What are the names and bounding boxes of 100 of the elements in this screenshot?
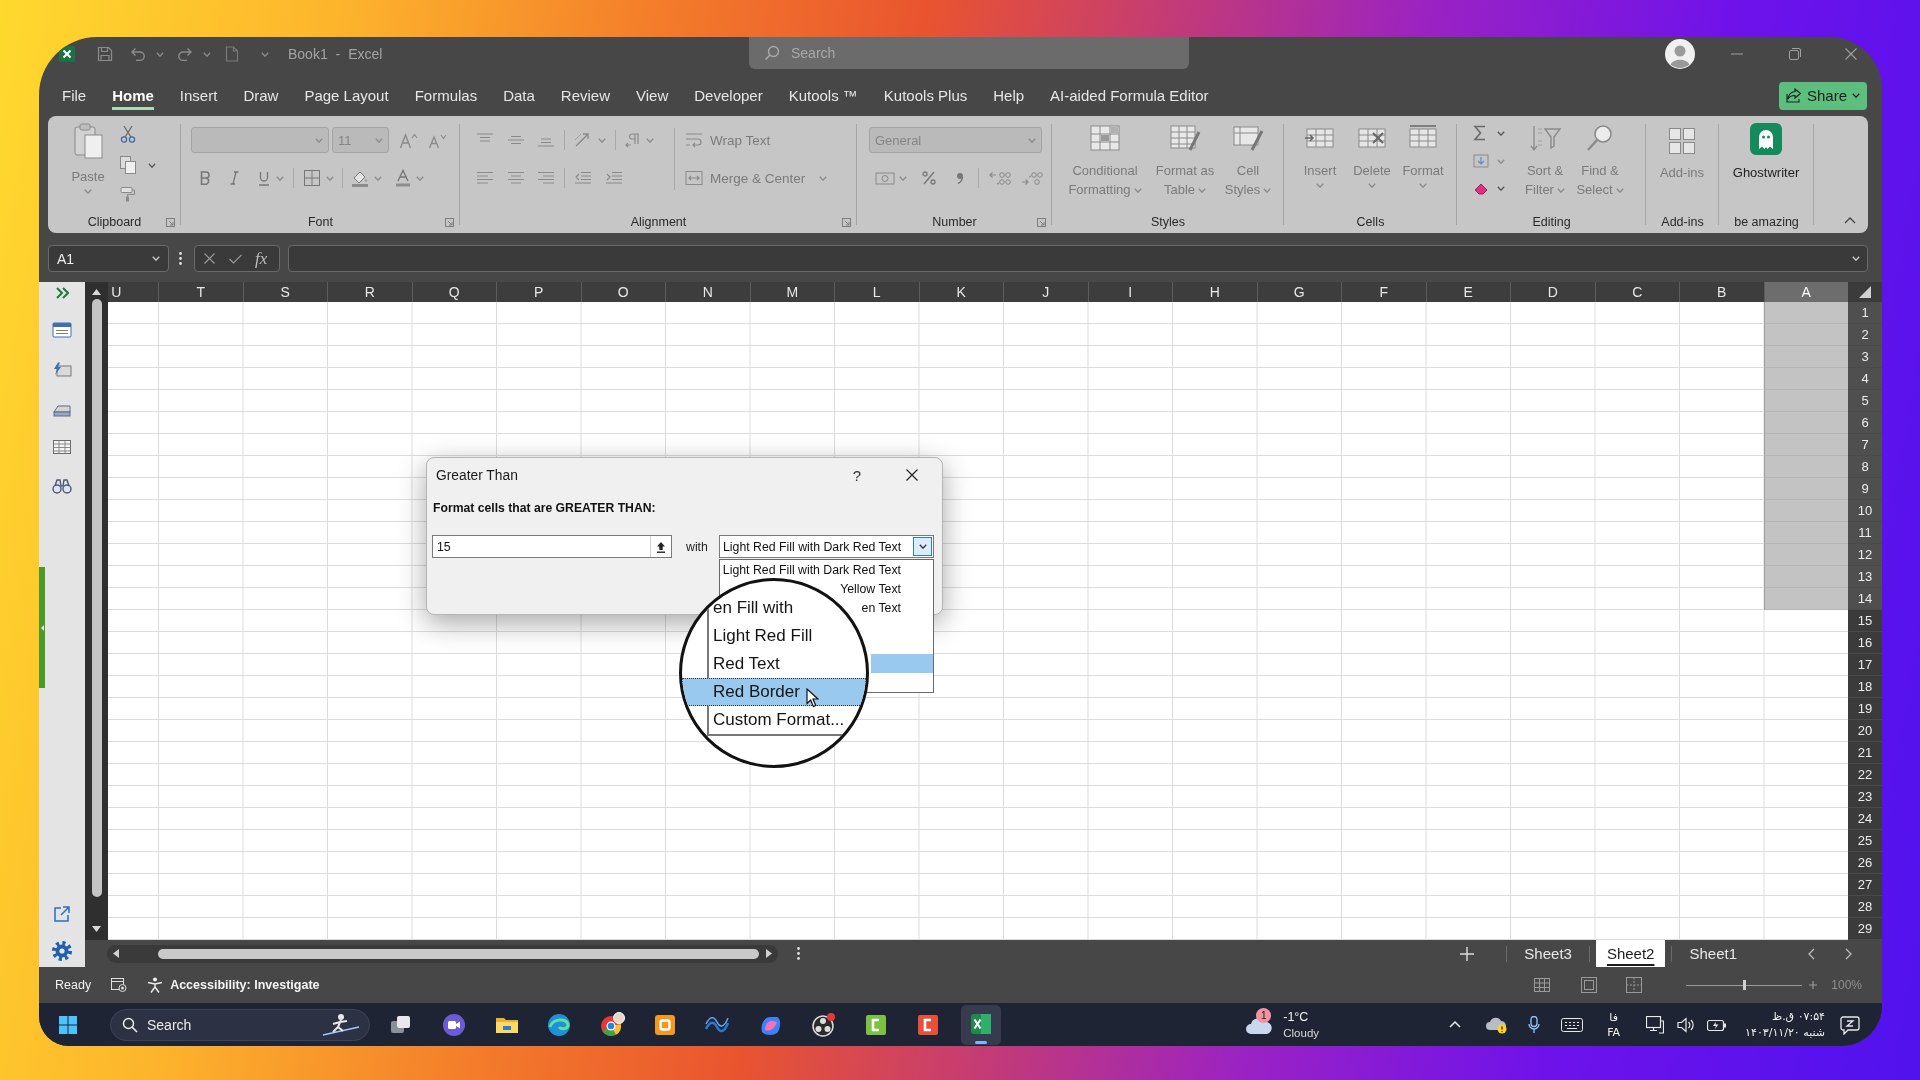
caret-icon[interactable]	[1497, 185, 1505, 191]
ribbon-tab[interactable]: Kutools Plus	[883, 81, 968, 110]
selected-cell[interactable]	[1763, 522, 1848, 544]
row-header[interactable]: 21	[1848, 742, 1882, 764]
lightning-list-icon[interactable]	[52, 362, 72, 378]
more-icon[interactable]	[179, 252, 182, 265]
vertical-scrollbar[interactable]	[85, 282, 108, 940]
sheet-tab[interactable]: Sheet3	[1513, 940, 1583, 967]
row-header[interactable]: 9	[1848, 478, 1882, 500]
caret-icon[interactable]	[261, 51, 269, 57]
dialog-launcher-icon[interactable]	[842, 217, 851, 227]
speaker-icon[interactable]	[1677, 1016, 1696, 1033]
clock[interactable]: ۰۷:۵۴ ق.ظ شنبه ۱۴۰۳/۱۱/۲۰	[1745, 1008, 1825, 1041]
increase-indent-icon[interactable]	[605, 171, 623, 185]
row-header[interactable]: 28	[1848, 896, 1882, 918]
selected-cell[interactable]	[1763, 302, 1848, 324]
avatar-icon[interactable]	[1665, 39, 1695, 69]
format-dropdown[interactable]: Light Red Fill with Dark Red Text	[719, 535, 934, 558]
windows-logo-icon[interactable]	[59, 1015, 77, 1034]
external-link-icon[interactable]	[53, 905, 71, 923]
column-header[interactable]: I	[1087, 282, 1172, 302]
ribbon-tab[interactable]: Formulas	[414, 81, 478, 110]
caret-icon[interactable]	[203, 51, 211, 57]
format-painter-icon[interactable]	[120, 186, 136, 202]
row-header[interactable]: 29	[1848, 918, 1882, 940]
caret-icon[interactable]	[646, 137, 654, 143]
row-header[interactable]: 10	[1848, 500, 1882, 522]
caret-icon[interactable]	[326, 175, 334, 181]
row-header[interactable]: 12	[1848, 544, 1882, 566]
row-header[interactable]: 3	[1848, 346, 1882, 368]
underline-icon[interactable]	[258, 170, 270, 186]
spreadsheet-app-icon[interactable]	[960, 1004, 1001, 1045]
cancel-icon[interactable]	[204, 253, 215, 264]
macro-record-icon[interactable]	[111, 978, 128, 992]
row-header[interactable]: 7	[1848, 434, 1882, 456]
dropdown-button[interactable]	[913, 537, 932, 556]
restore-icon[interactable]	[1789, 48, 1801, 60]
column-header[interactable]: E	[1425, 282, 1510, 302]
caret-icon[interactable]	[148, 162, 156, 168]
column-header[interactable]: C	[1594, 282, 1679, 302]
scroll-left-icon[interactable]	[113, 949, 119, 958]
column-header[interactable]: N	[665, 282, 750, 302]
caret-icon[interactable]	[276, 175, 284, 181]
column-header[interactable]: F	[1341, 282, 1426, 302]
ribbon-tab[interactable]: Draw	[243, 81, 279, 110]
selected-cell[interactable]	[1763, 500, 1848, 522]
ribbon-tab[interactable]: Developer	[694, 81, 763, 110]
grow-font-icon[interactable]	[399, 131, 418, 149]
increase-decimal-icon[interactable]	[989, 170, 1011, 186]
column-header[interactable]: D	[1510, 282, 1595, 302]
row-header[interactable]: 13	[1848, 566, 1882, 588]
caret-icon[interactable]	[899, 175, 907, 181]
selected-cell[interactable]	[1763, 368, 1848, 390]
selected-cell[interactable]	[1763, 456, 1848, 478]
accessibility-button[interactable]: Accessibility: Investigate	[147, 977, 320, 993]
column-header[interactable]: K	[918, 282, 1003, 302]
sheet-tab[interactable]: Sheet2	[1595, 940, 1666, 967]
accounting-icon[interactable]	[875, 170, 895, 186]
round-browser-icon[interactable]	[599, 1011, 626, 1038]
page-layout-icon[interactable]	[1581, 977, 1598, 993]
notification-icon[interactable]	[1840, 1014, 1860, 1035]
cloud-warning-icon[interactable]	[1486, 1015, 1509, 1034]
selected-cell[interactable]	[1763, 478, 1848, 500]
row-header[interactable]: 6	[1848, 412, 1882, 434]
more-icon[interactable]	[797, 947, 800, 960]
row-header[interactable]: 4	[1848, 368, 1882, 390]
decrease-decimal-icon[interactable]	[1021, 170, 1043, 186]
decrease-indent-icon[interactable]	[574, 171, 592, 185]
align-left-icon[interactable]	[476, 171, 494, 185]
list-option[interactable]: Light Red Fill	[713, 626, 813, 645]
row-header[interactable]: 25	[1848, 830, 1882, 852]
list-option[interactable]: Yellow Text	[840, 581, 901, 596]
undo-icon[interactable]	[130, 46, 146, 62]
align-center-icon[interactable]	[507, 171, 525, 185]
insert-function-button[interactable]: fx	[255, 248, 268, 269]
font-name-field[interactable]	[191, 127, 329, 153]
paragraph-direction-icon[interactable]	[625, 132, 641, 148]
selected-cell[interactable]	[1763, 566, 1848, 588]
scissors-icon[interactable]	[120, 125, 136, 143]
binoculars-icon[interactable]	[52, 478, 72, 494]
fill-down-icon[interactable]	[1473, 154, 1489, 168]
zoom-slider-thumb[interactable]	[1742, 980, 1746, 990]
sum-icon[interactable]	[1473, 125, 1487, 141]
video-camera-icon[interactable]	[441, 1011, 468, 1038]
copy-icon[interactable]	[120, 156, 136, 174]
eraser-icon[interactable]	[1473, 181, 1489, 195]
list-option[interactable]: en Fill with	[713, 598, 794, 617]
save-icon[interactable]	[97, 46, 113, 62]
align-middle-icon[interactable]	[507, 133, 525, 147]
row-header[interactable]: 1	[1848, 302, 1882, 324]
caret-icon[interactable]	[374, 175, 382, 181]
column-header[interactable]: J	[1003, 282, 1088, 302]
ribbon-tab[interactable]: Kutools ™	[788, 81, 858, 110]
ribbon-tab[interactable]: File	[62, 81, 87, 110]
double-chevron-icon[interactable]	[55, 287, 69, 299]
row-header[interactable]: 20	[1848, 720, 1882, 742]
borders-icon[interactable]	[303, 169, 321, 187]
three-dot-circle-icon[interactable]	[809, 1011, 836, 1038]
column-header[interactable]: U	[108, 282, 158, 302]
zoom-in-icon[interactable]	[1809, 981, 1818, 989]
